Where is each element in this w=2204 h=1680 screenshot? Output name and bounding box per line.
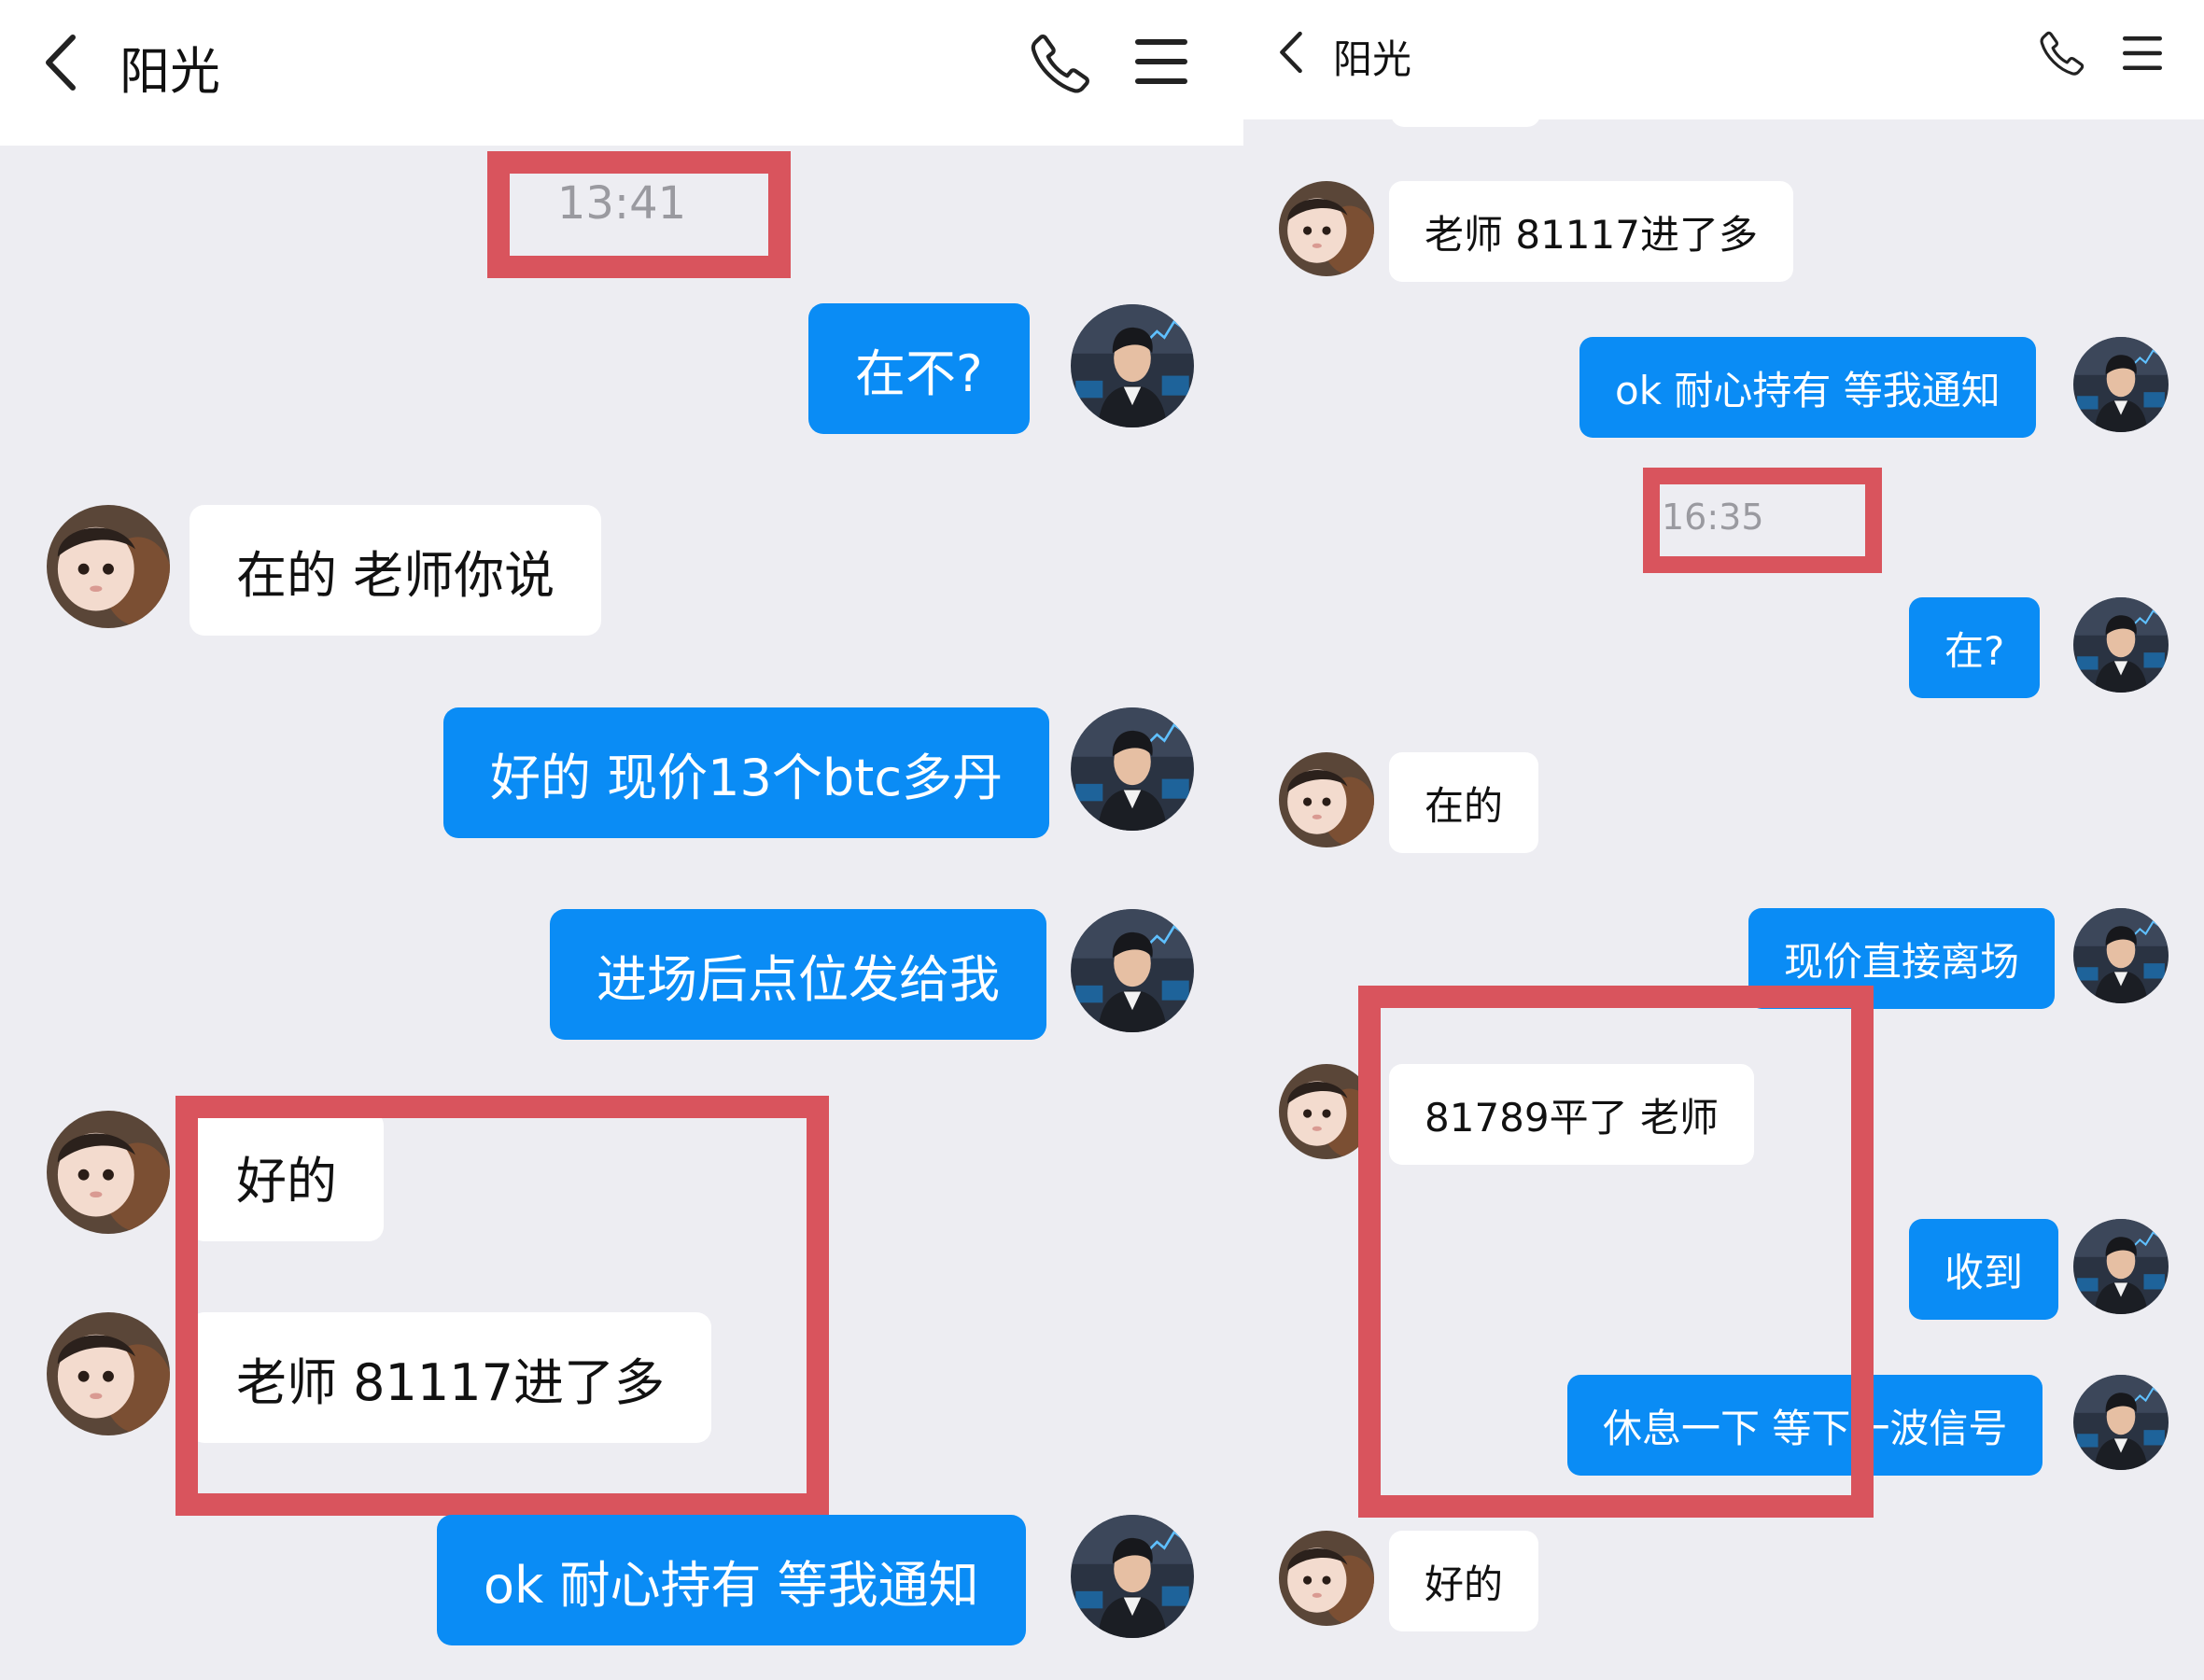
highlight-box xyxy=(1643,468,1882,573)
message-bubble-outgoing[interactable]: 在不? xyxy=(808,303,1030,434)
chevron-left-icon[interactable] xyxy=(39,32,82,93)
message-bubble-incoming[interactable]: 在的 老师你说 xyxy=(190,505,602,636)
teacher-avatar[interactable] xyxy=(1071,1515,1194,1638)
hamburger-menu-icon[interactable] xyxy=(2121,34,2164,73)
partial-bubble-edge xyxy=(1391,110,1540,127)
hamburger-menu-icon[interactable] xyxy=(1133,35,1189,88)
message-bubble-outgoing[interactable]: 收到 xyxy=(1909,1219,2059,1320)
user-avatar[interactable] xyxy=(47,505,170,628)
message-bubble-incoming[interactable]: 在的 xyxy=(1389,752,1539,853)
user-avatar[interactable] xyxy=(47,1312,170,1435)
highlight-box xyxy=(487,151,791,278)
message-bubble-outgoing[interactable]: 进场后点位发给我 xyxy=(550,909,1046,1040)
teacher-avatar[interactable] xyxy=(1071,909,1194,1032)
message-bubble-incoming[interactable]: 好的 xyxy=(1389,1531,1539,1631)
user-avatar[interactable] xyxy=(1279,1531,1374,1626)
highlight-box xyxy=(1358,986,1874,1518)
left-chat-screen: 阳光 13:41 在不? 在的 老师你说 好的 现价13个btc多丹 进场后点位… xyxy=(0,0,1243,1680)
chat-header: 阳光 xyxy=(0,0,1243,146)
teacher-avatar[interactable] xyxy=(2073,1219,2169,1314)
teacher-avatar[interactable] xyxy=(2073,908,2169,1003)
highlight-box xyxy=(175,1096,829,1516)
phone-icon[interactable] xyxy=(1027,30,1094,97)
user-avatar[interactable] xyxy=(1279,181,1374,276)
message-bubble-incoming[interactable]: 老师 81117进了多 xyxy=(1389,181,1793,282)
teacher-avatar[interactable] xyxy=(2073,597,2169,693)
contact-name: 阳光 xyxy=(119,42,220,101)
teacher-avatar[interactable] xyxy=(2073,1375,2169,1470)
message-bubble-outgoing[interactable]: 好的 现价13个btc多丹 xyxy=(443,707,1050,838)
teacher-avatar[interactable] xyxy=(1071,304,1194,427)
phone-icon[interactable] xyxy=(2037,28,2087,78)
user-avatar[interactable] xyxy=(47,1111,170,1234)
chat-header: 阳光 xyxy=(1243,0,2204,119)
message-bubble-outgoing[interactable]: 在? xyxy=(1909,597,2041,698)
teacher-avatar[interactable] xyxy=(1071,707,1194,831)
teacher-avatar[interactable] xyxy=(2073,337,2169,432)
chevron-left-icon[interactable] xyxy=(1275,28,1307,77)
right-chat-screen: 阳光 老师 81117进了多 ok 耐心持有 等我通知 16:35 在? 在的 … xyxy=(1243,0,2204,1680)
message-bubble-outgoing[interactable]: ok 耐心持有 等我通知 xyxy=(437,1515,1026,1645)
message-bubble-outgoing[interactable]: ok 耐心持有 等我通知 xyxy=(1579,337,2036,438)
user-avatar[interactable] xyxy=(1279,752,1374,847)
contact-name: 阳光 xyxy=(1333,36,1412,82)
